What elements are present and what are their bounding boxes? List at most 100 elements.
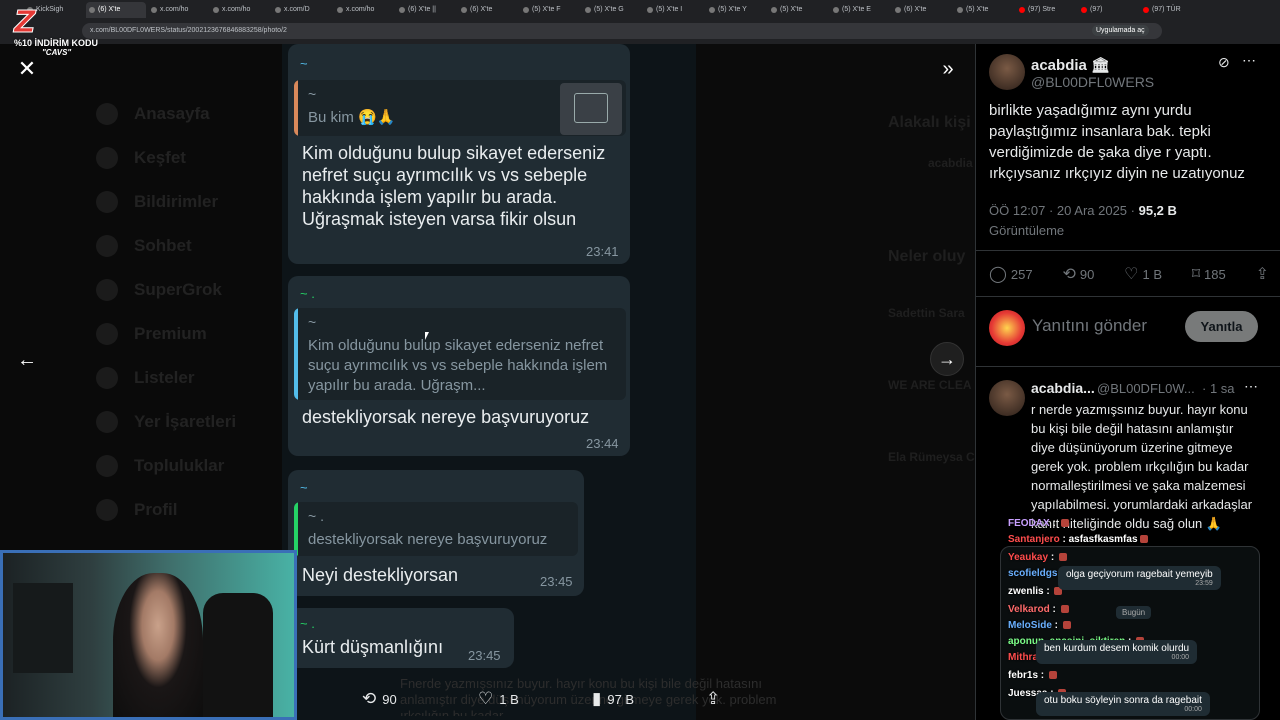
chat-bubble: ~ . Kürt düşmanlığını 23:45: [288, 608, 514, 668]
grok-icon[interactable]: ⊘: [1218, 54, 1230, 71]
more-options-icon[interactable]: ⋯: [1242, 52, 1256, 69]
reply-author-handle[interactable]: @BL00DFL0W...: [1097, 381, 1195, 396]
browser-tab[interactable]: (6) X'te ||: [396, 2, 456, 18]
bg-nav-item: Profil: [96, 488, 286, 532]
browser-tab[interactable]: x.com/ho: [334, 2, 394, 18]
heart-icon: ♡: [1124, 266, 1139, 283]
bg-nav-item: Anasayfa: [96, 92, 286, 136]
reply-button[interactable]: Yanıtla: [1185, 311, 1258, 342]
browser-tab[interactable]: x.com/D: [272, 2, 332, 18]
bookmark-stat[interactable]: ⌑ 185: [1192, 264, 1226, 284]
share-icon: ⇪: [706, 689, 721, 708]
address-row: x.com/BL00DFL0WERS/status/20021236768468…: [0, 22, 1280, 42]
message-text: Kim olduğunu bulup sikayet ederseniz nef…: [302, 143, 606, 229]
open-in-app-chip[interactable]: Uygulamada aç: [1092, 25, 1149, 36]
browser-chrome: KickSigh (6) X'te x.com/ho x.com/ho x.com/D x…: [0, 0, 1280, 44]
previous-arrow-icon[interactable]: ←: [16, 349, 38, 371]
chat-bubble: olga geçiyorum ragebait yemeyib 23:59: [1058, 566, 1221, 590]
chat-username[interactable]: Santanjero: [1008, 534, 1060, 545]
bg-nav-item: Listeler: [96, 356, 286, 400]
tweet-timestamp[interactable]: ÖÖ 12:07 · 20 Ara 2025 ·: [989, 203, 1135, 218]
emote-icon: [1139, 535, 1148, 544]
chat-username[interactable]: MeloSide: [1008, 620, 1052, 631]
url-bar[interactable]: x.com/BL00DFL0WERS/status/20021236768468…: [82, 23, 1162, 39]
chat-line: MeloSide :: [1008, 620, 1071, 631]
message-time: 23:44: [586, 436, 619, 451]
chat-username[interactable]: febr1s: [1008, 670, 1038, 681]
browser-tab[interactable]: (97): [1078, 2, 1138, 18]
chat-username[interactable]: Velkarod: [1008, 604, 1050, 615]
chat-line: febr1s :: [1008, 670, 1057, 681]
close-icon[interactable]: ✕: [16, 58, 38, 80]
reply-input[interactable]: Yanıtını gönder: [1032, 316, 1147, 336]
tweet-photo: ~ ~ Bu kim 😭🙏 Kim olduğunu bulup sikayet…: [282, 44, 696, 720]
browser-tab[interactable]: (5) X'te: [954, 2, 1014, 18]
more-options-icon[interactable]: ⋯: [1244, 378, 1258, 395]
reply-stat[interactable]: ◯ 257: [989, 264, 1033, 284]
emote-icon: [1060, 605, 1069, 614]
collapse-panel-icon[interactable]: »: [936, 58, 960, 82]
bar-chart-icon: ▮: [592, 689, 602, 708]
browser-tab[interactable]: (6) X'te: [458, 2, 518, 18]
chat-bubble: ben kurdum desem komik olurdu 00:00: [1036, 640, 1198, 664]
bg-nav-item: Premium: [96, 312, 286, 356]
repost-stat[interactable]: ⟲ 90: [1062, 264, 1094, 284]
retweet-icon: ⟲: [1062, 266, 1076, 283]
like-count: 1 B: [1142, 266, 1162, 282]
browser-tab[interactable]: x.com/ho: [210, 2, 270, 18]
message-sender: ~: [300, 56, 308, 71]
tweet-text: birlikte yaşadığımız aynı yurdu paylaştı…: [989, 102, 1245, 182]
views-action[interactable]: ▮ 97 B: [592, 689, 634, 709]
like-action[interactable]: ♡ 1 B: [478, 689, 519, 709]
chat-message: asfasfkasmfas: [1068, 534, 1138, 545]
retweet-count: 90: [382, 691, 397, 707]
message-text: destekliyorsak nereye başvuruyoruz: [302, 407, 590, 427]
chat-bubble: ~ . ~ Kim olduğunu bulup sikayet edersen…: [288, 276, 630, 456]
avatar[interactable]: [989, 380, 1025, 416]
view-count: 97 B: [607, 691, 635, 707]
browser-tab[interactable]: (5) X'te Y: [706, 2, 766, 18]
divider: [976, 366, 1280, 367]
bg-nav-item: SuperGrok: [96, 268, 286, 312]
bg-trend: WE ARE CLEA: [888, 378, 972, 392]
bg-trend: Sadettin Sara: [888, 306, 965, 320]
bg-trend: Ela Rümeysa C: [888, 450, 975, 464]
avatar[interactable]: [989, 54, 1025, 90]
chat-username[interactable]: scofieldgs: [1008, 568, 1057, 579]
chat-username[interactable]: Yeaukay: [1008, 552, 1048, 563]
message-text: Kürt düşmanlığını: [302, 637, 444, 657]
message-sender: ~ .: [300, 616, 315, 631]
browser-tab[interactable]: (6) X'te: [892, 2, 952, 18]
chat-bubble-text: otu boku söyleyin sonra da ragebait: [1044, 695, 1202, 706]
author-name[interactable]: acabdia 🏛: [1031, 56, 1110, 74]
chat-bubble: ~ ~ Bu kim 😭🙏 Kim olduğunu bulup sikayet…: [288, 44, 630, 264]
share-action[interactable]: ⇪: [706, 689, 720, 709]
gaming-chair: [203, 593, 273, 717]
emote-icon: [1062, 621, 1071, 630]
promo-text: %10 İNDİRİM KODU: [14, 38, 99, 48]
comment-icon: ◯: [989, 266, 1007, 283]
browser-tab[interactable]: (5) X'te E: [830, 2, 890, 18]
browser-tab[interactable]: (5) X'te G: [582, 2, 642, 18]
next-arrow-icon[interactable]: →: [930, 342, 964, 376]
share-stat[interactable]: ⇪: [1256, 264, 1269, 284]
quote-sender: ~: [308, 86, 317, 102]
bookmark-count: 185: [1204, 266, 1226, 282]
divider: [976, 296, 1280, 297]
browser-tab[interactable]: (97) Stre: [1016, 2, 1076, 18]
reply-age: · 1 sa: [1202, 381, 1235, 396]
browser-tab[interactable]: (5) X'te F: [520, 2, 580, 18]
reply-author-name[interactable]: acabdia...: [1031, 380, 1095, 396]
chat-username[interactable]: FEODAX: [1008, 518, 1050, 529]
retweet-action[interactable]: ⟲ 90: [362, 689, 397, 709]
browser-tab[interactable]: (5) X'te: [768, 2, 828, 18]
browser-tab[interactable]: (97) TÜR: [1140, 2, 1200, 18]
browser-tab[interactable]: (5) X'te I: [644, 2, 704, 18]
browser-tab[interactable]: x.com/ho: [148, 2, 208, 18]
chat-line: Santanjero : asfasfkasmfas: [1008, 534, 1148, 545]
like-stat[interactable]: ♡ 1 B: [1124, 264, 1162, 284]
emote-icon: [1048, 671, 1057, 680]
author-handle[interactable]: @BL00DFL0WERS: [1031, 74, 1154, 90]
chat-line: Yeaukay :: [1008, 552, 1067, 563]
chat-username[interactable]: zwenlis: [1008, 586, 1044, 597]
